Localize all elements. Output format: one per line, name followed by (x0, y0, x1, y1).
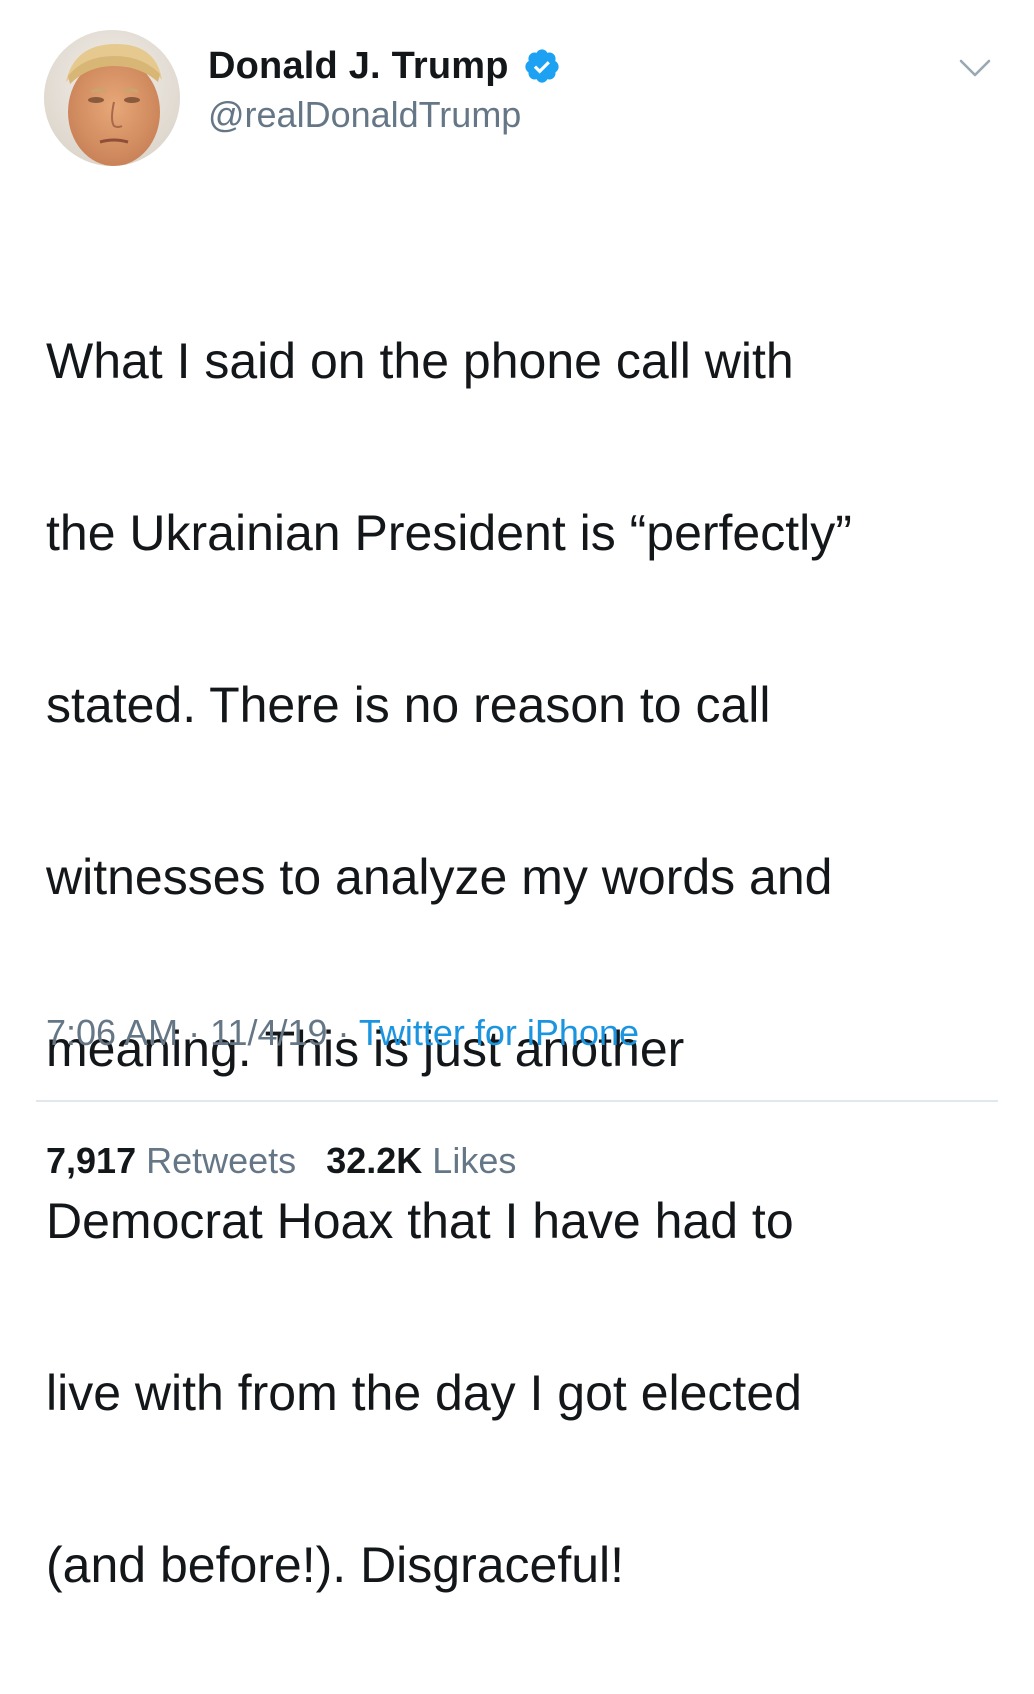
avatar[interactable] (44, 30, 180, 166)
divider (36, 1100, 998, 1102)
likes-label: Likes (432, 1140, 517, 1181)
tweet-text-line: stated. There is no reason to call (46, 677, 771, 733)
tweet-detail: Donald J. Trump @realDonaldTrump What I … (0, 0, 1034, 1593)
author-handle[interactable]: @realDonaldTrump (208, 94, 521, 136)
likes-count: 32.2K (326, 1140, 423, 1181)
tweet-date: 11/4/19 (210, 1012, 328, 1053)
meta-separator: · (178, 1012, 211, 1053)
tweet-text-line: live with from the day I got elected (46, 1365, 802, 1421)
tweet-text-line: (and before!). Disgraceful! (46, 1537, 625, 1593)
tweet-text-line: the Ukrainian President is “perfectly” (46, 505, 852, 561)
tweet-time: 7:06 AM (46, 1012, 179, 1053)
avatar-image (44, 30, 180, 166)
author-name-row[interactable]: Donald J. Trump (208, 44, 561, 88)
meta-separator: · (327, 1012, 359, 1053)
retweets-count: 7,917 (46, 1140, 137, 1181)
tweet-text-line: witnesses to analyze my words and (46, 849, 833, 905)
tweet-source-link[interactable]: Twitter for iPhone (359, 1012, 639, 1053)
tweet-text-line: Democrat Hoax that I have had to (46, 1193, 794, 1249)
likes-stat[interactable]: 32.2K Likes (326, 1140, 516, 1181)
author-display-name[interactable]: Donald J. Trump (208, 45, 509, 88)
verified-badge-icon (525, 49, 559, 83)
tweet-stats: 7,917 Retweets 32.2K Likes (46, 1140, 516, 1182)
tweet-text: What I said on the phone call with the U… (46, 232, 1006, 1694)
tweet-meta: 7:06 AM · 11/4/19 · Twitter for iPhone (46, 1012, 639, 1054)
tweet-text-line: What I said on the phone call with (46, 333, 794, 389)
chevron-down-icon[interactable] (958, 56, 992, 80)
retweets-label: Retweets (146, 1140, 297, 1181)
retweets-stat[interactable]: 7,917 Retweets (46, 1140, 296, 1181)
